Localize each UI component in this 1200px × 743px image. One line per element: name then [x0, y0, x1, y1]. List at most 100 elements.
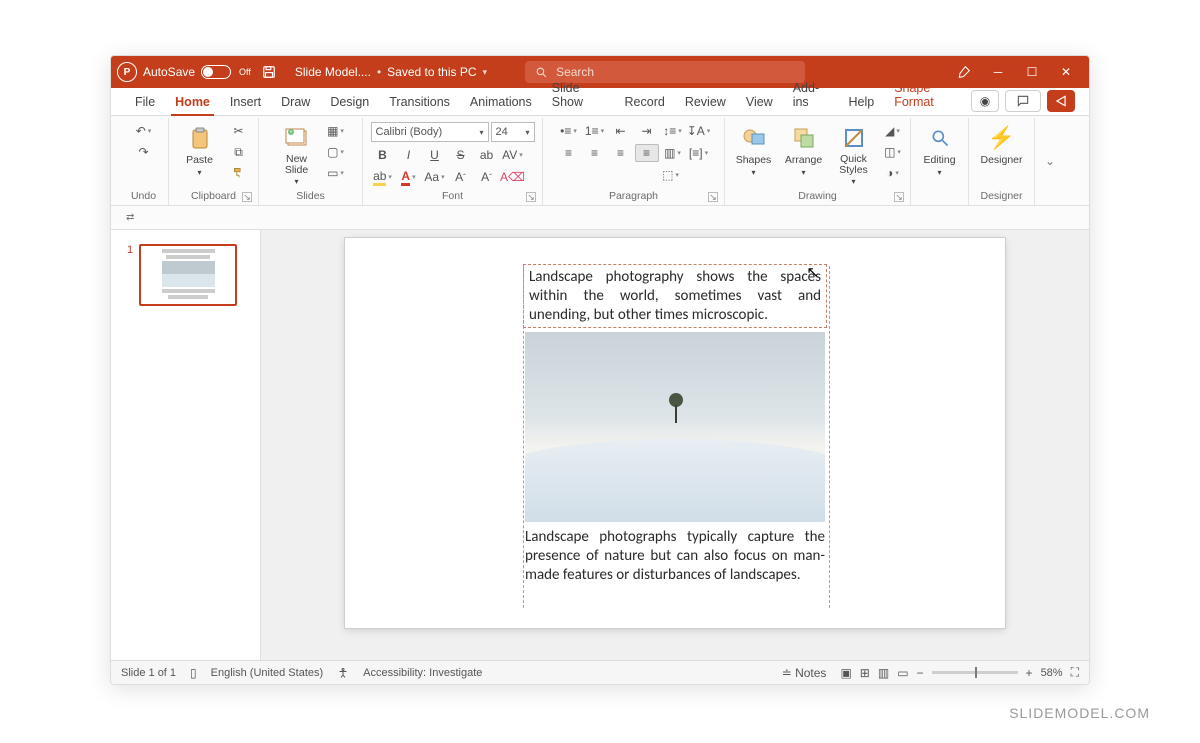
highlight-button[interactable]: ab▾ [371, 168, 395, 186]
textbox-bottom[interactable]: Landscape photographs typically capture … [525, 528, 825, 584]
justify-button[interactable]: ≡ [635, 144, 659, 162]
new-slide-button[interactable]: + New Slide▾ [274, 122, 320, 186]
comments-button[interactable] [1005, 90, 1041, 112]
save-status[interactable]: Saved to this PC [387, 65, 476, 79]
slide-canvas[interactable]: ↖ Landscape photography shows the spaces… [345, 238, 1005, 628]
quick-access-bar: ⇄ [111, 206, 1089, 230]
tab-draw[interactable]: Draw [271, 91, 320, 115]
shadow-button[interactable]: ab [475, 146, 499, 164]
share-button[interactable] [1047, 90, 1075, 112]
minimize-button[interactable]: ─ [981, 56, 1015, 88]
sorter-view-button[interactable]: ⊞ [860, 666, 870, 680]
font-size-select[interactable]: 24▾ [491, 122, 535, 142]
accessibility-status[interactable]: Accessibility: Investigate [363, 667, 482, 679]
slideshow-view-button[interactable]: ▭ [897, 666, 908, 680]
tab-help[interactable]: Help [838, 91, 884, 115]
section-button[interactable]: ▭▾ [324, 164, 348, 182]
tab-animations[interactable]: Animations [460, 91, 542, 115]
shape-fill-button[interactable]: ◢▾ [881, 122, 905, 140]
format-painter-button[interactable] [227, 164, 251, 182]
columns-button[interactable]: ▥▾ [661, 144, 685, 162]
reading-view-button[interactable]: ▥ [878, 666, 889, 680]
reset-button[interactable]: ▢▾ [324, 143, 348, 161]
shape-effects-button[interactable]: ◑▾ [881, 164, 905, 182]
tab-addins[interactable]: Add-ins [783, 77, 839, 115]
tab-review[interactable]: Review [675, 91, 736, 115]
paragraph-launcher[interactable]: ↘ [708, 192, 718, 202]
zoom-slider[interactable] [932, 671, 1018, 674]
drawing-launcher[interactable]: ↘ [894, 192, 904, 202]
quick-styles-button[interactable]: Quick Styles▾ [831, 122, 877, 186]
underline-button[interactable]: U [423, 146, 447, 164]
language-status[interactable]: English (United States) [211, 667, 324, 679]
cut-button[interactable]: ✂ [227, 122, 251, 140]
thumbnail-panel[interactable]: 1 [111, 230, 261, 660]
italic-button[interactable]: I [397, 146, 421, 164]
zoom-out-button[interactable]: − [917, 666, 924, 680]
bullets-button[interactable]: •≡▾ [557, 122, 581, 140]
app-window: P AutoSave Off Slide Model.... • Saved t… [110, 55, 1090, 685]
shape-outline-button[interactable]: ◫▾ [881, 143, 905, 161]
redo-button[interactable]: ↷ [132, 143, 156, 161]
fit-window-button[interactable]: ⛶ [1071, 665, 1079, 680]
spacing-button[interactable]: AV▾ [501, 146, 525, 164]
bold-button[interactable]: B [371, 146, 395, 164]
maximize-button[interactable]: ☐ [1015, 56, 1049, 88]
grow-font-button[interactable]: Aˆ [449, 168, 473, 186]
layout-button[interactable]: ▦▾ [324, 122, 348, 140]
close-button[interactable]: ✕ [1049, 56, 1083, 88]
normal-view-button[interactable]: ▣ [840, 666, 851, 680]
autosave-toggle[interactable] [201, 65, 231, 79]
notes-button[interactable]: ≐ Notes [782, 666, 827, 680]
editing-button[interactable]: Editing▾ [917, 122, 963, 177]
shapes-button[interactable]: Shapes▾ [731, 122, 777, 177]
tab-view[interactable]: View [736, 91, 783, 115]
font-name-select[interactable]: Calibri (Body)▾ [371, 122, 489, 142]
align-center-button[interactable]: ≡ [583, 144, 607, 162]
tab-insert[interactable]: Insert [220, 91, 271, 115]
change-case-button[interactable]: Aa▾ [423, 168, 447, 186]
tab-shape-format[interactable]: Shape Format [884, 77, 971, 115]
autosave-label: AutoSave [143, 65, 195, 79]
strike-button[interactable]: S [449, 146, 473, 164]
clear-format-button[interactable]: A⌫ [501, 168, 525, 186]
align-text-button[interactable]: [≡]▾ [687, 144, 711, 162]
autosave-state: Off [239, 67, 251, 77]
designer-button[interactable]: ⚡Designer [979, 122, 1025, 166]
line-spacing-button[interactable]: ↕≡▾ [661, 122, 685, 140]
zoom-in-button[interactable]: + [1026, 666, 1033, 680]
indent-left-button[interactable]: ⇤ [609, 122, 633, 140]
align-left-button[interactable]: ≡ [557, 144, 581, 162]
shrink-font-button[interactable]: Aˇ [475, 168, 499, 186]
indent-right-button[interactable]: ⇥ [635, 122, 659, 140]
menu-bar: File Home Insert Draw Design Transitions… [111, 88, 1089, 116]
accessibility-icon[interactable] [337, 667, 349, 679]
ribbon-collapse-button[interactable]: ⌄ [1045, 154, 1055, 168]
tab-home[interactable]: Home [165, 91, 220, 115]
font-color-button[interactable]: A▾ [397, 168, 421, 186]
slide-image[interactable] [525, 332, 825, 522]
tab-transitions[interactable]: Transitions [379, 91, 460, 115]
align-right-button[interactable]: ≡ [609, 144, 633, 162]
camera-button[interactable]: ◉ [971, 90, 999, 112]
tab-slideshow[interactable]: Slide Show [542, 77, 615, 115]
font-launcher[interactable]: ↘ [526, 192, 536, 202]
clipboard-launcher[interactable]: ↘ [242, 192, 252, 202]
tab-file[interactable]: File [125, 91, 165, 115]
arrange-button[interactable]: Arrange▾ [781, 122, 827, 177]
qat-customize[interactable]: ⇄ [121, 211, 139, 224]
numbering-button[interactable]: 1≡▾ [583, 122, 607, 140]
paste-button[interactable]: Paste▾ [177, 122, 223, 177]
app-icon: P [117, 62, 137, 82]
tab-record[interactable]: Record [615, 91, 675, 115]
slide-editor[interactable]: ↖ Landscape photography shows the spaces… [261, 230, 1089, 660]
spellcheck-icon[interactable]: ▯ [190, 666, 197, 680]
text-direction-button[interactable]: ↧A▾ [687, 122, 711, 140]
zoom-percent[interactable]: 58% [1041, 667, 1063, 679]
copy-button[interactable]: ⧉ [227, 143, 251, 161]
slide-thumbnail-1[interactable] [139, 244, 237, 306]
undo-button[interactable]: ↶▾ [132, 122, 156, 140]
tab-design[interactable]: Design [320, 91, 379, 115]
smartart-button[interactable]: ⬚▾ [659, 166, 683, 184]
save-icon[interactable] [257, 63, 281, 81]
